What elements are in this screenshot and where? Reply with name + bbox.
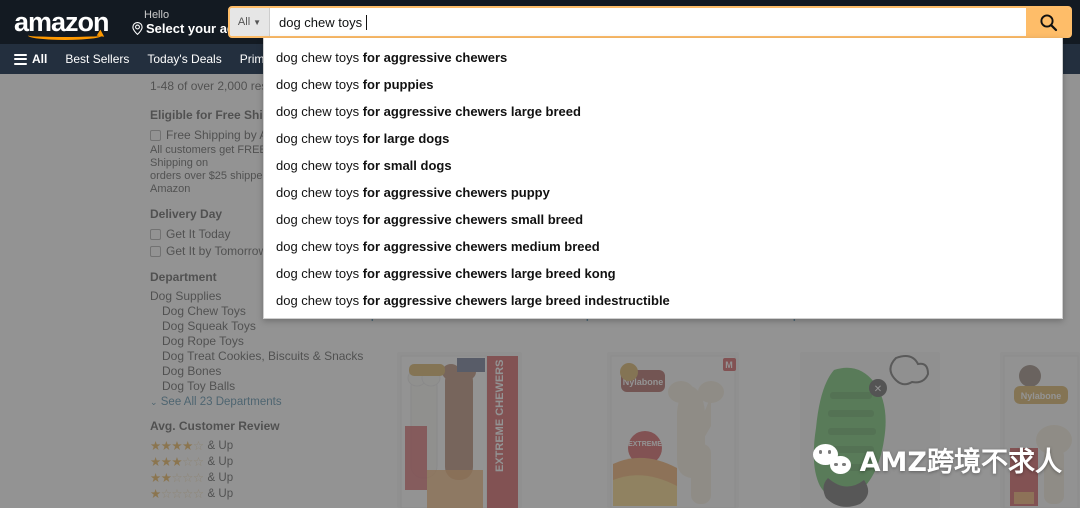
suggestion-prefix: dog chew toys	[276, 157, 363, 173]
suggestion-item-3[interactable]: dog chew toys for large dogs	[264, 125, 1062, 152]
suggestion-completion: for aggressive chewers small breed	[362, 211, 584, 227]
suggestion-prefix: dog chew toys	[276, 130, 363, 146]
search-category-label: All	[237, 16, 251, 28]
search-input-value: dog chew toys	[279, 14, 363, 30]
suggestion-prefix: dog chew toys	[276, 184, 363, 200]
text-cursor	[366, 14, 368, 30]
suggestion-item-5[interactable]: dog chew toys for aggressive chewers pup…	[264, 179, 1062, 206]
suggestion-item-6[interactable]: dog chew toys for aggressive chewers sma…	[264, 206, 1062, 233]
suggestion-item-7[interactable]: dog chew toys for aggressive chewers med…	[264, 233, 1062, 260]
amazon-logo[interactable]: amazon	[14, 2, 122, 42]
search-bar[interactable]: All ▼ dog chew toys	[228, 6, 1072, 38]
suggestion-prefix: dog chew toys	[276, 211, 363, 227]
amazon-search-page: 1-48 of over 2,000 results Eligible for …	[0, 0, 1080, 508]
suggestion-item-2[interactable]: dog chew toys for aggressive chewers lar…	[264, 98, 1062, 125]
search-category-dropdown[interactable]: All ▼	[230, 8, 270, 36]
suggestion-completion: for aggressive chewers medium breed	[362, 238, 600, 254]
nav-all-label: All	[32, 52, 48, 66]
suggestion-completion: for puppies	[362, 76, 434, 92]
nav-item-todays-deals[interactable]: Today's Deals	[138, 48, 230, 70]
suggestion-prefix: dog chew toys	[276, 265, 363, 281]
location-pin-icon	[132, 22, 143, 35]
suggestion-item-4[interactable]: dog chew toys for small dogs	[264, 152, 1062, 179]
suggestion-completion: for aggressive chewers large breed kong	[362, 265, 616, 281]
suggestion-item-0[interactable]: dog chew toys for aggressive chewers	[264, 44, 1062, 71]
nav-item-best-sellers[interactable]: Best Sellers	[56, 48, 138, 70]
search-input[interactable]: dog chew toys	[270, 8, 1026, 36]
hamburger-icon	[14, 51, 27, 67]
suggestion-completion: for aggressive chewers	[362, 49, 508, 65]
nav-item-all[interactable]: All	[0, 47, 56, 71]
suggestion-prefix: dog chew toys	[276, 76, 363, 92]
search-suggestions-dropdown: dog chew toys for aggressive chewers dog…	[263, 38, 1063, 319]
search-submit-button[interactable]	[1026, 8, 1070, 36]
chevron-down-icon: ▼	[253, 17, 262, 27]
suggestion-completion: for aggressive chewers puppy	[362, 184, 550, 200]
watermark-text: AMZ跨境不求人	[859, 447, 1062, 478]
suggestion-completion: for large dogs	[362, 130, 450, 146]
watermark: AMZ跨境不求人	[812, 440, 1062, 479]
suggestion-completion: for aggressive chewers large breed indes…	[362, 292, 670, 308]
suggestion-completion: for small dogs	[362, 157, 452, 173]
wechat-icon	[812, 444, 851, 475]
search-icon	[1039, 13, 1057, 31]
suggestion-item-1[interactable]: dog chew toys for puppies	[264, 71, 1062, 98]
suggestion-completion: for aggressive chewers large breed	[362, 103, 581, 119]
suggestion-prefix: dog chew toys	[276, 238, 363, 254]
suggestion-prefix: dog chew toys	[276, 292, 363, 308]
suggestion-prefix: dog chew toys	[276, 103, 363, 119]
suggestion-prefix: dog chew toys	[276, 49, 363, 65]
suggestion-item-9[interactable]: dog chew toys for aggressive chewers lar…	[264, 287, 1062, 314]
amazon-smile-logo	[28, 31, 102, 40]
suggestion-item-8[interactable]: dog chew toys for aggressive chewers lar…	[264, 260, 1062, 287]
